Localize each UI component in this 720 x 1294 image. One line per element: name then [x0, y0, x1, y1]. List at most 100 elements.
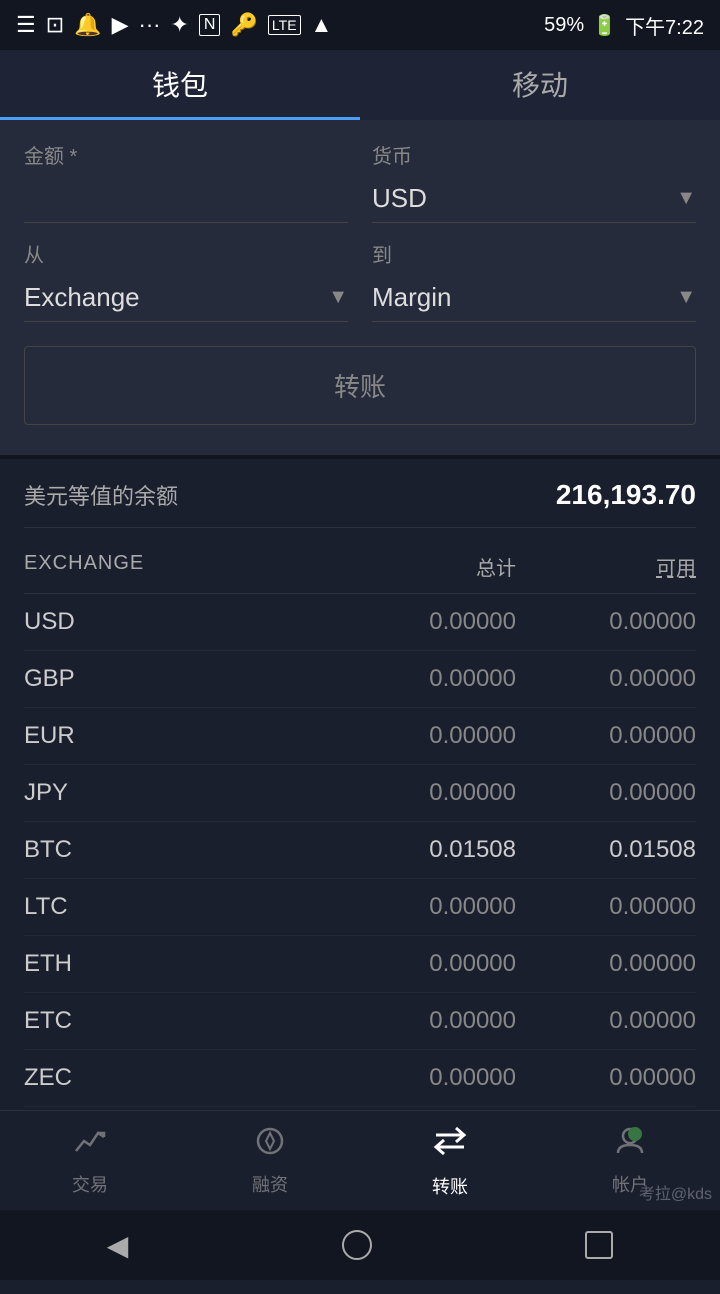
to-value: Margin: [372, 282, 451, 313]
online-dot: [628, 1127, 642, 1141]
currency-cell: USD: [24, 608, 336, 636]
nav-transfer-label: 转账: [432, 1173, 468, 1199]
play-icon: ▶: [112, 12, 129, 38]
status-bar: ☰ ⊡ 🔔 ▶ ··· ✦ N 🔑 LTE ▲ 59% 🔋 下午7:22: [0, 0, 720, 50]
currency-cell: ETH: [24, 950, 336, 978]
total-cell: 0.00000: [336, 722, 516, 750]
bluetooth-icon: ✦: [170, 12, 188, 38]
currency-cell: JPY: [24, 779, 336, 807]
transfer-button-wrapper: 转账: [24, 346, 696, 425]
available-cell: 0.00000: [516, 893, 696, 921]
to-group: 到 Margin ▼: [372, 239, 696, 322]
total-cell: 0.00000: [336, 665, 516, 693]
table-row: GBP 0.00000 0.00000: [24, 651, 696, 708]
available-cell: 0.00000: [516, 779, 696, 807]
to-label: 到: [372, 239, 696, 268]
tab-wallet[interactable]: 钱包: [0, 50, 360, 120]
transfer-icon: [432, 1123, 468, 1167]
from-chevron-icon: ▼: [328, 286, 348, 309]
available-cell: 0.00000: [516, 1064, 696, 1092]
currency-cell: LTC: [24, 893, 336, 921]
watermark: 考拉@kds: [639, 1180, 712, 1204]
status-left-icons: ☰ ⊡ 🔔 ▶ ··· ✦ N 🔑 LTE ▲: [16, 12, 332, 38]
signal-bars: ▲: [311, 12, 333, 38]
nav-fund-label: 融资: [252, 1171, 288, 1197]
currency-group: 货币 USD ▼: [372, 140, 696, 223]
currency-cell: BTC: [24, 836, 336, 864]
from-label: 从: [24, 239, 348, 268]
amount-group: 金额 *: [24, 140, 348, 223]
menu-icon: ☰: [16, 12, 36, 38]
nav-fund[interactable]: 融资: [252, 1125, 288, 1197]
back-button[interactable]: ◀: [107, 1229, 129, 1262]
key-icon: 🔑: [230, 12, 257, 38]
available-cell: 0.00000: [516, 608, 696, 636]
more-icon: ···: [139, 12, 161, 38]
currency-label: 货币: [372, 140, 696, 169]
trade-icon: [74, 1125, 106, 1165]
table-row: ETH 0.00000 0.00000: [24, 936, 696, 993]
currency-cell: GBP: [24, 665, 336, 693]
th-available: 可用: [516, 552, 696, 581]
transfer-button[interactable]: 转账: [25, 347, 695, 424]
tab-move-label: 移动: [512, 64, 568, 104]
home-button[interactable]: [342, 1230, 372, 1260]
currency-value: USD: [372, 183, 427, 214]
currency-cell: ETC: [24, 1007, 336, 1035]
main-tabs: 钱包 移动: [0, 50, 720, 120]
nav-trade[interactable]: 交易: [72, 1125, 108, 1197]
table-row: USD 0.00000 0.00000: [24, 594, 696, 651]
from-to-row: 从 Exchange ▼ 到 Margin ▼: [24, 239, 696, 322]
available-cell: 0.01508: [516, 836, 696, 864]
available-cell: 0.00000: [516, 950, 696, 978]
from-value: Exchange: [24, 282, 140, 313]
to-select[interactable]: Margin ▼: [372, 274, 696, 322]
total-cell: 0.00000: [336, 950, 516, 978]
recents-button[interactable]: [585, 1231, 613, 1259]
currency-select[interactable]: USD ▼: [372, 175, 696, 223]
from-group: 从 Exchange ▼: [24, 239, 348, 322]
table-row: JPY 0.00000 0.00000: [24, 765, 696, 822]
transfer-form: 金额 * 货币 USD ▼ 从 Exchange ▼ 到 Margin ▼: [0, 120, 720, 455]
time: 下午7:22: [625, 11, 704, 40]
tab-wallet-label: 钱包: [152, 64, 208, 104]
available-cell: 0.00000: [516, 665, 696, 693]
currency-chevron-icon: ▼: [676, 187, 696, 210]
system-nav-bar: ◀: [0, 1210, 720, 1280]
table-row: ETC 0.00000 0.00000: [24, 993, 696, 1050]
balance-row: 美元等值的余额 216,193.70: [24, 479, 696, 528]
fund-icon: [254, 1125, 286, 1165]
amount-label: 金额 *: [24, 140, 348, 169]
currency-cell: ZEC: [24, 1064, 336, 1092]
available-cell: 0.00000: [516, 722, 696, 750]
nav-transfer[interactable]: 转账: [432, 1123, 468, 1199]
table-row: BTC 0.01508 0.01508: [24, 822, 696, 879]
table-row: EUR 0.00000 0.00000: [24, 708, 696, 765]
balance-label: 美元等值的余额: [24, 479, 178, 511]
tab-move[interactable]: 移动: [360, 50, 720, 120]
total-cell: 0.00000: [336, 893, 516, 921]
amount-input[interactable]: [24, 175, 348, 223]
battery-icon: 🔋: [592, 13, 617, 38]
th-total: 总计: [336, 552, 516, 581]
from-select[interactable]: Exchange ▼: [24, 274, 348, 322]
notification-icon: 🔔: [74, 12, 101, 38]
bottom-nav: 交易 融资 转账: [0, 1110, 720, 1210]
to-chevron-icon: ▼: [676, 286, 696, 309]
table-row: LTC 0.00000 0.00000: [24, 879, 696, 936]
battery-percentage: 59%: [544, 14, 584, 37]
table-row: ZEC 0.00000 0.00000: [24, 1050, 696, 1107]
balance-section: 美元等值的余额 216,193.70: [0, 455, 720, 528]
nav-trade-label: 交易: [72, 1171, 108, 1197]
app-icon: ⊡: [46, 12, 64, 38]
nfc-icon: N: [199, 14, 221, 36]
signal-lte: LTE: [268, 15, 301, 35]
th-exchange: EXCHANGE: [24, 552, 336, 581]
table-header: EXCHANGE 总计 可用: [24, 544, 696, 594]
amount-currency-row: 金额 * 货币 USD ▼: [24, 140, 696, 223]
status-right: 59% 🔋 下午7:22: [544, 11, 704, 40]
balance-value: 216,193.70: [556, 479, 696, 511]
total-cell: 0.00000: [336, 1064, 516, 1092]
currency-cell: EUR: [24, 722, 336, 750]
total-cell: 0.00000: [336, 608, 516, 636]
